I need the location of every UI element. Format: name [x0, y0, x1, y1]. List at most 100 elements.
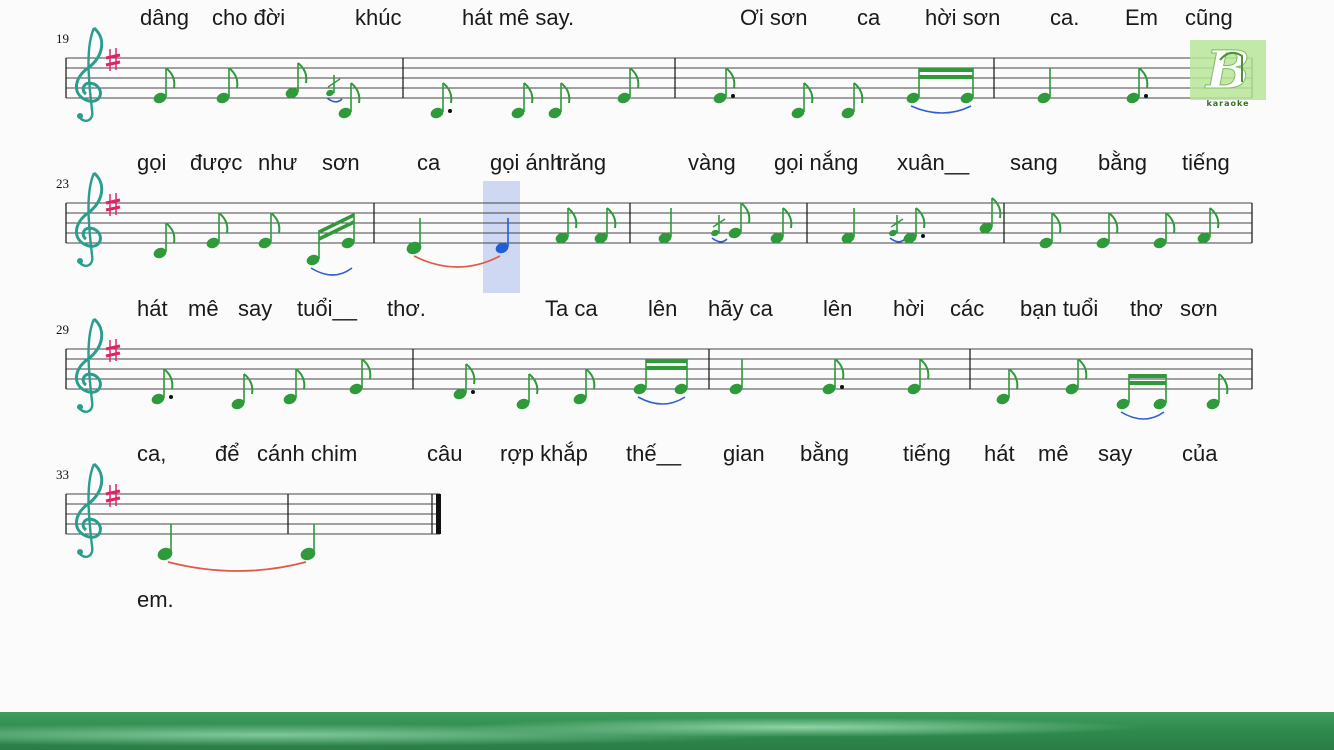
lyric-syllable: thơ. — [387, 296, 426, 321]
lyric-syllable: mê — [1038, 441, 1069, 466]
slur — [1120, 411, 1165, 420]
slur — [910, 105, 972, 114]
measure-number: 23 — [56, 176, 69, 191]
karaoke-logo: B karaoke — [1190, 40, 1266, 108]
lyric-syllable: hát mê say. — [462, 5, 574, 30]
lyric-syllable: sơn — [322, 150, 360, 175]
lyric-syllable: Em — [1125, 5, 1158, 30]
lyric-syllable: ca, — [137, 441, 166, 466]
lyric-syllable: cho đời — [212, 5, 285, 30]
lyric-syllable: gọi ánh — [490, 150, 562, 175]
note-flag — [915, 207, 926, 229]
lyric-syllable: tiếng — [903, 441, 951, 466]
augmentation-dot — [840, 385, 844, 389]
measure-number: 29 — [56, 322, 69, 337]
note-beam — [1129, 381, 1166, 385]
lyric-syllable: vàng — [688, 150, 736, 175]
lyrics-layer: dâng cho đời khúc hát mê say. Ơi sơn ca hời sơ… — [137, 5, 1233, 612]
lyric-syllable: dâng — [140, 5, 189, 30]
lyric-syllable: ca — [417, 150, 441, 175]
lyric-syllable: Ơi sơn — [740, 5, 808, 30]
lyric-syllable: cánh chim — [257, 441, 357, 466]
lyric-syllable: ca — [857, 5, 881, 30]
treble-clef-icon — [74, 26, 104, 123]
note-flag — [606, 207, 617, 229]
note-flag — [853, 82, 864, 104]
slur — [310, 267, 353, 276]
lyric-syllable: xuân__ — [897, 150, 970, 175]
note-flag — [465, 363, 476, 385]
treble-clef-icon — [74, 462, 104, 559]
note-flag — [803, 82, 814, 104]
lyric-syllable: tiếng — [1182, 150, 1230, 175]
augmentation-dot — [921, 234, 925, 238]
slur — [637, 396, 686, 405]
note-flag — [350, 82, 361, 104]
lyric-syllable: gọi nắng — [774, 150, 858, 175]
lyric-syllable: rợp khắp — [500, 441, 588, 466]
lyric-syllable: hát — [137, 296, 168, 321]
grace-slur — [711, 237, 728, 243]
lyric-syllable: bằng — [800, 441, 849, 466]
note-flag — [528, 373, 539, 395]
grace-slur — [889, 237, 906, 243]
lyric-syllable: lên — [648, 296, 677, 321]
treble-clef-icon — [74, 317, 104, 414]
lyric-syllable: hát — [984, 441, 1015, 466]
lyric-syllable: trăng — [556, 150, 606, 175]
lyric-syllable: bằng — [1098, 150, 1147, 175]
note-beam — [646, 359, 687, 363]
augmentation-dot — [731, 94, 735, 98]
lyric-syllable: câu — [427, 441, 462, 466]
logo-letter: B — [1204, 40, 1250, 101]
measure-number: 33 — [56, 467, 69, 482]
lyric-syllable: để — [215, 441, 239, 466]
staff-system-3: 29 — [56, 317, 1253, 420]
note-flag — [297, 62, 308, 84]
note-flag — [567, 207, 578, 229]
tie — [167, 561, 307, 572]
lyric-syllable: tuổi__ — [297, 296, 358, 321]
footer-band — [0, 712, 1334, 750]
staff-system-1: 19 — [56, 26, 1253, 123]
lyric-syllable: thơ — [1130, 296, 1163, 321]
note-beam — [646, 366, 687, 370]
current-note-highlight — [483, 181, 520, 293]
note-flag — [442, 82, 453, 104]
note-flag — [243, 373, 254, 395]
staff-system-4: 33 — [56, 462, 441, 572]
augmentation-dot — [169, 395, 173, 399]
lyric-syllable: sơn — [1180, 296, 1218, 321]
lyric-syllable: gọi — [137, 150, 166, 175]
augmentation-dot — [471, 390, 475, 394]
measure-number: 19 — [56, 31, 69, 46]
lyric-syllable: say — [238, 296, 272, 321]
lyric-syllable: hời sơn — [925, 5, 1000, 30]
note-flag — [523, 82, 534, 104]
note-flag — [1218, 373, 1229, 395]
lyric-syllable: lên — [823, 296, 852, 321]
augmentation-dot — [448, 109, 452, 113]
treble-clef-icon — [74, 171, 104, 268]
lyric-syllable: hời — [893, 296, 925, 321]
lyric-syllable: như — [258, 150, 297, 175]
grace-slur — [326, 97, 343, 103]
note-flag — [560, 82, 571, 104]
note-flag — [782, 207, 793, 229]
lyric-syllable: sang — [1010, 150, 1058, 175]
final-barline-thick — [436, 494, 441, 534]
lyric-syllable: ca. — [1050, 5, 1079, 30]
lyric-syllable: cũng — [1185, 5, 1233, 30]
lyric-syllable: các — [950, 296, 984, 321]
lyric-syllable: say — [1098, 441, 1132, 466]
sheet-music-score: 19 23 29 33 dâng cho đời khúc hát mê say. Ơi sơ… — [56, 5, 1253, 612]
lyric-syllable: được — [190, 150, 242, 175]
lyric-syllable: khúc — [355, 5, 401, 30]
note-beam — [919, 75, 973, 79]
lyric-syllable: của — [1182, 441, 1218, 466]
staff-system-2: 23 — [56, 171, 1253, 276]
lyric-syllable: Ta ca — [545, 296, 598, 321]
lyric-syllable: bạn tuổi — [1020, 296, 1098, 321]
lyric-syllable: mê — [188, 296, 219, 321]
note-beam — [1129, 374, 1166, 378]
